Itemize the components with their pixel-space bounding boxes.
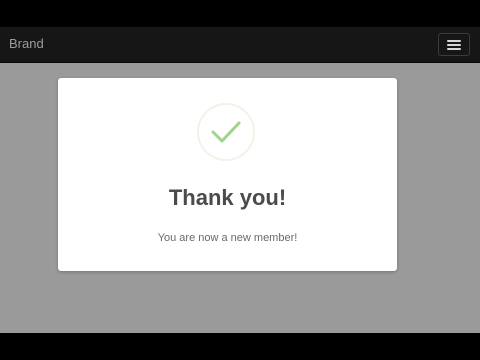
app-screen: Brand Thank you! You are now a new membe… — [0, 0, 480, 360]
checkmark-icon — [211, 121, 241, 143]
modal-message: You are now a new member! — [157, 232, 298, 244]
top-letterbox — [0, 0, 480, 27]
brand-link[interactable]: Brand — [9, 36, 44, 52]
bottom-letterbox — [0, 333, 480, 360]
thank-you-modal: Thank you! You are now a new member! — [58, 78, 397, 271]
hamburger-menu-icon-bar — [447, 44, 461, 46]
hamburger-menu-icon — [447, 40, 461, 42]
hamburger-menu-icon-bar — [447, 48, 461, 50]
navbar: Brand — [0, 27, 480, 63]
modal-title: Thank you! — [168, 185, 287, 210]
menu-toggle-button[interactable] — [438, 33, 470, 56]
success-badge — [197, 103, 255, 161]
